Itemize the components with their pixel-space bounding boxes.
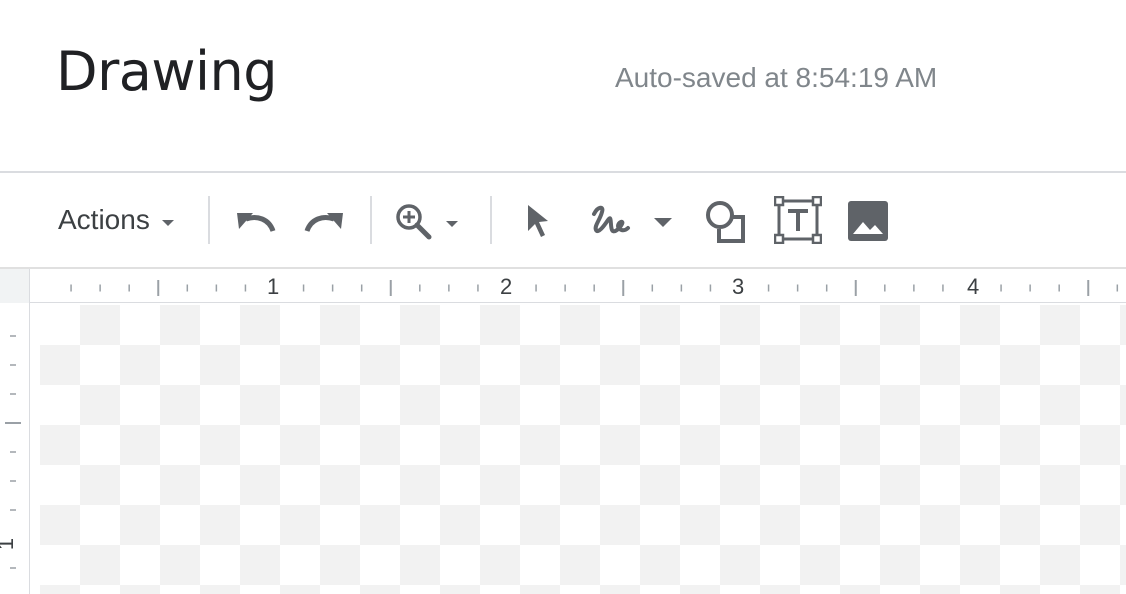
vertical-ruler[interactable]: 1 <box>0 303 30 594</box>
drawing-title: Drawing <box>56 40 278 103</box>
ruler-label-1: 1 <box>267 274 280 299</box>
ruler-ticks <box>70 280 1119 296</box>
select-button[interactable] <box>514 197 560 245</box>
chevron-down-icon <box>446 221 458 227</box>
toolbar-separator <box>208 196 210 244</box>
ruler-label-4: 4 <box>967 274 980 299</box>
chevron-down-icon <box>654 217 672 227</box>
zoom-button[interactable] <box>392 197 472 245</box>
select-cursor-icon <box>528 205 548 237</box>
toolbar-separator <box>370 196 372 244</box>
actions-menu-button[interactable]: Actions <box>50 195 200 245</box>
undo-icon <box>237 213 276 232</box>
ruler-corner <box>0 269 30 303</box>
ruler-ticks <box>5 335 21 569</box>
text-box-icon <box>774 196 822 244</box>
chevron-down-icon <box>161 220 174 226</box>
shape-icon <box>706 201 745 243</box>
actions-menu-label: Actions <box>58 204 150 235</box>
undo-button[interactable] <box>230 198 280 244</box>
drawing-toolbar: Actions <box>0 173 1126 267</box>
scribble-line-icon <box>592 205 630 234</box>
dialog-header: Drawing Auto-saved at 8:54:19 AM <box>0 0 1126 171</box>
ruler-label-2: 2 <box>500 274 513 299</box>
line-tool-button[interactable] <box>588 197 684 245</box>
text-box-button[interactable] <box>772 195 824 245</box>
redo-button[interactable] <box>300 198 350 244</box>
drawing-canvas[interactable] <box>40 305 1126 594</box>
image-icon <box>848 201 888 241</box>
horizontal-ruler[interactable]: 1 2 3 4 <box>30 269 1126 303</box>
ruler-label-v1: 1 <box>0 538 19 550</box>
redo-icon <box>304 213 343 232</box>
shape-button[interactable] <box>700 195 750 245</box>
ruler-label-3: 3 <box>732 274 745 299</box>
insert-image-button[interactable] <box>844 197 892 245</box>
zoom-in-icon <box>396 204 432 240</box>
autosave-status: Auto-saved at 8:54:19 AM <box>615 62 938 93</box>
toolbar-separator <box>490 196 492 244</box>
